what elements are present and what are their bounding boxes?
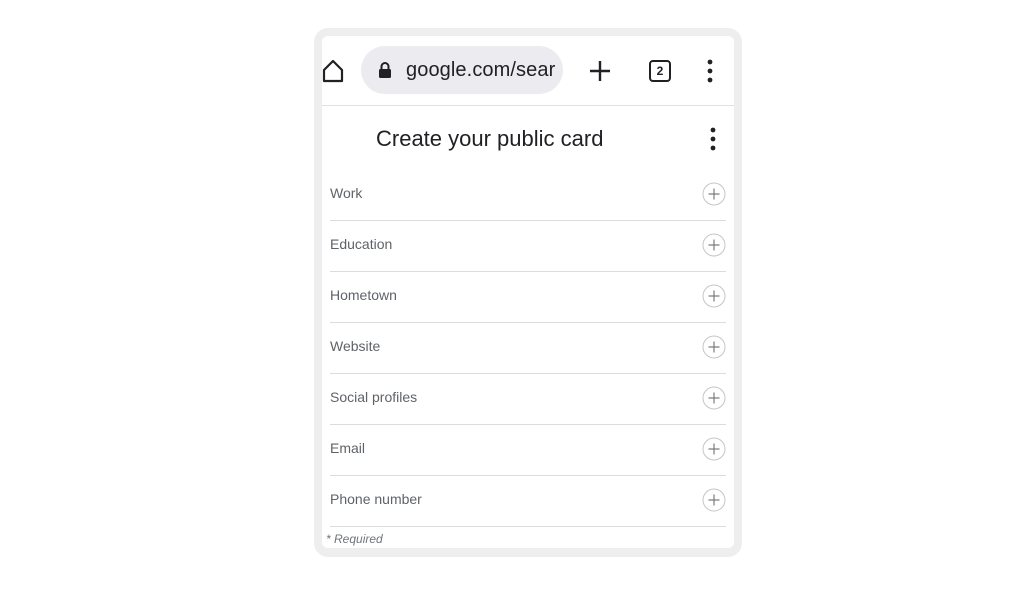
field-label: Education <box>330 236 393 252</box>
browser-toolbar: google.com/sear 2 <box>322 36 734 106</box>
add-social-profiles-button[interactable] <box>702 386 726 410</box>
phone-frame: google.com/sear 2 Create your public car… <box>314 28 742 557</box>
add-circle-icon <box>702 233 726 257</box>
add-circle-icon <box>702 386 726 410</box>
field-row-education[interactable]: Education <box>330 221 726 272</box>
browser-menu-button[interactable] <box>702 58 718 84</box>
add-circle-icon <box>702 284 726 308</box>
card-header: Create your public card <box>322 106 734 170</box>
tab-switcher-button[interactable]: 2 <box>648 59 672 83</box>
tab-count: 2 <box>656 64 664 78</box>
add-education-button[interactable] <box>702 233 726 257</box>
add-hometown-button[interactable] <box>702 284 726 308</box>
more-vert-icon <box>710 127 716 151</box>
plus-icon <box>590 61 610 81</box>
add-circle-icon <box>702 488 726 512</box>
required-note: * Required <box>326 532 383 546</box>
field-row-hometown[interactable]: Hometown <box>330 272 726 323</box>
add-circle-icon <box>702 437 726 461</box>
field-row-email[interactable]: Email <box>330 425 726 476</box>
add-circle-icon <box>702 182 726 206</box>
phone-screen: google.com/sear 2 Create your public car… <box>322 36 734 548</box>
field-label: Website <box>330 338 381 354</box>
home-icon <box>322 59 344 83</box>
field-row-social-profiles[interactable]: Social profiles <box>330 374 726 425</box>
field-label: Email <box>330 440 366 456</box>
add-website-button[interactable] <box>702 335 726 359</box>
lock-icon <box>378 61 392 79</box>
field-label: Work <box>330 185 363 201</box>
new-tab-button[interactable] <box>588 59 612 83</box>
field-row-phone-number[interactable]: Phone number <box>330 476 726 527</box>
add-circle-icon <box>702 335 726 359</box>
page-title: Create your public card <box>376 126 604 151</box>
add-work-button[interactable] <box>702 182 726 206</box>
field-label: Phone number <box>330 491 422 507</box>
field-label: Hometown <box>330 287 397 303</box>
tab-switcher-icon: 2 <box>649 60 671 82</box>
address-bar-url: google.com/sear <box>406 59 556 81</box>
add-phone-number-button[interactable] <box>702 488 726 512</box>
home-button[interactable] <box>322 58 344 84</box>
more-vert-icon <box>707 59 713 83</box>
field-list: Work Education Hometown Website Social p… <box>330 170 726 527</box>
add-email-button[interactable] <box>702 437 726 461</box>
field-row-website[interactable]: Website <box>330 323 726 374</box>
address-bar[interactable]: google.com/sear <box>361 46 563 94</box>
field-row-work[interactable]: Work <box>330 170 726 221</box>
field-label: Social profiles <box>330 389 418 405</box>
card-menu-button[interactable] <box>706 126 720 152</box>
